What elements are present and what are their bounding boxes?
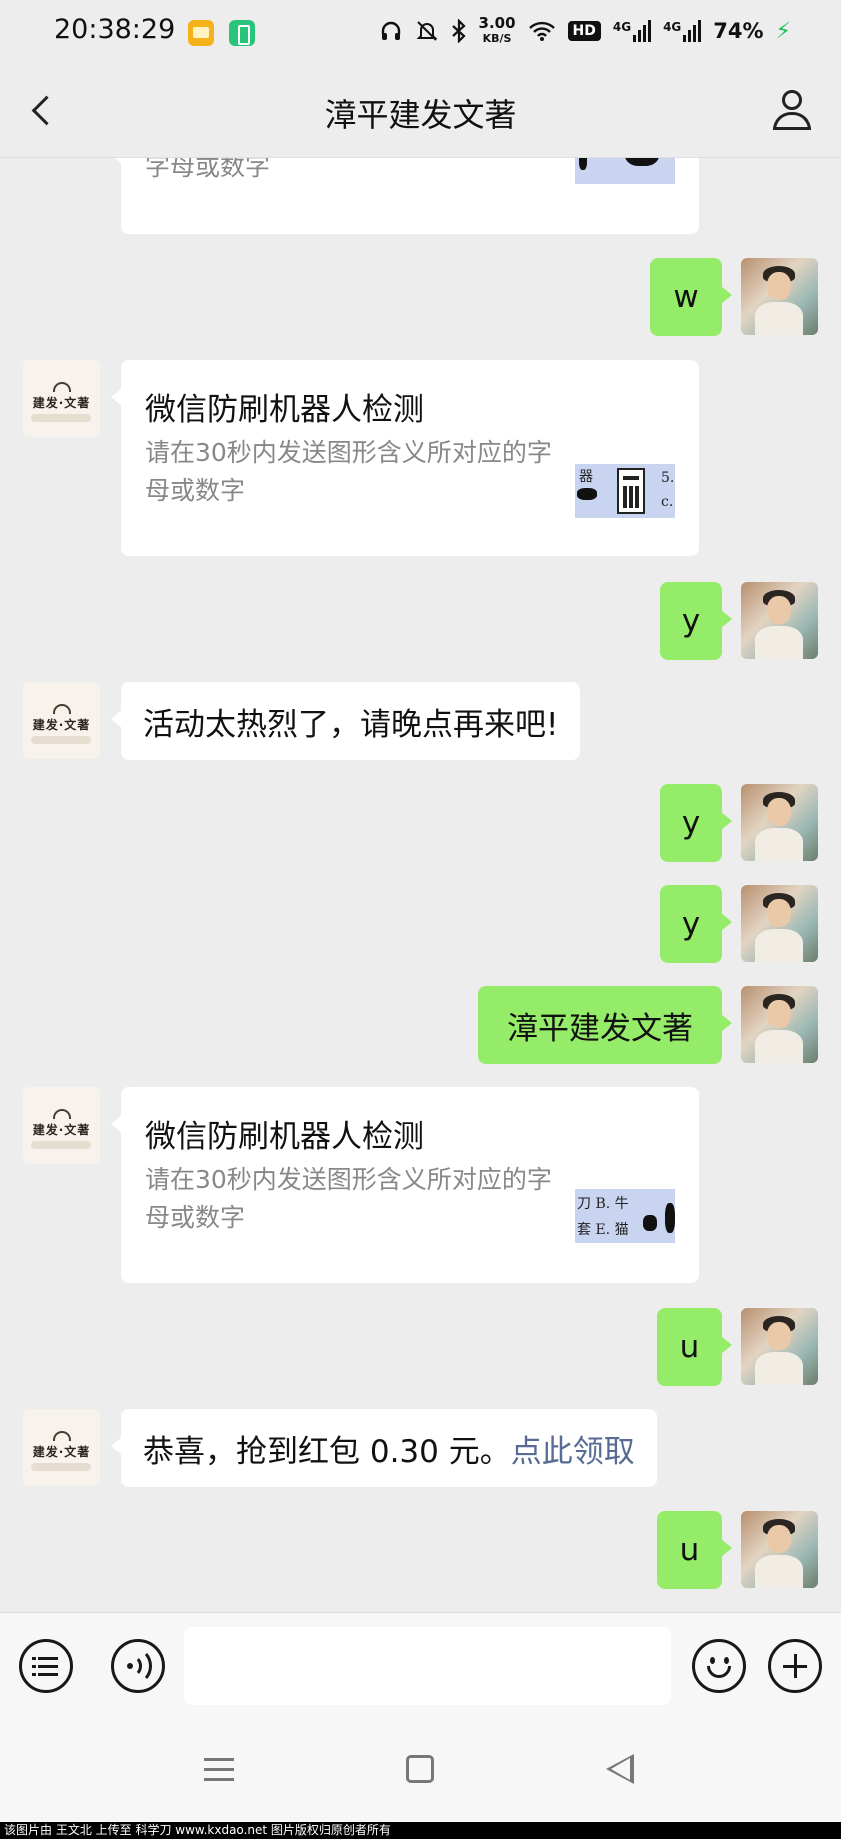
- mute-bell-icon: [416, 21, 437, 41]
- sent-message[interactable]: u: [657, 1308, 732, 1386]
- received-message[interactable]: 活动太热烈了，请晚点再来吧!: [110, 682, 581, 760]
- my-avatar[interactable]: [741, 784, 818, 861]
- sent-message[interactable]: w: [650, 258, 732, 336]
- message-text: w: [673, 279, 699, 315]
- captcha-card-message[interactable]: 微信防刷机器人检测 请在30秒内发送图形含义所对应的字母或数字 刀 B. 牛 套…: [111, 1087, 699, 1283]
- card-description: 请在30秒内发送图形含义所对应的字母或数字: [145, 438, 552, 505]
- net-speed: 3.00 KB/S: [479, 16, 516, 46]
- sent-message[interactable]: y: [660, 582, 732, 660]
- sent-message[interactable]: y: [660, 885, 732, 963]
- captcha-glyph: 套 E. 猫: [577, 1222, 629, 1238]
- menu-list-button[interactable]: [19, 1639, 73, 1693]
- message-text: y: [681, 805, 701, 841]
- captcha-glyph: c.: [661, 494, 674, 510]
- chat-title: 漳平建发文著: [324, 96, 517, 134]
- headphones-icon: [381, 21, 400, 40]
- message-text: 漳平建发文著: [507, 1010, 693, 1047]
- message-input[interactable]: [184, 1627, 671, 1705]
- card-title: 微信防刷机器人检测: [145, 1119, 424, 1155]
- sent-message[interactable]: 漳平建发文著: [478, 986, 732, 1064]
- bot-avatar[interactable]: 建发·文著: [23, 360, 100, 437]
- captcha-card-message[interactable]: 字母或数字: [111, 158, 699, 234]
- received-message[interactable]: 恭喜，抢到红包 0.30 元。 点此领取: [111, 1409, 657, 1487]
- captcha-glyph: 刀 B. 牛: [577, 1196, 629, 1212]
- mail-notification-icon: [188, 20, 214, 46]
- home-nav-icon[interactable]: [406, 1755, 434, 1783]
- message-text: y: [681, 906, 701, 942]
- emoji-button[interactable]: [692, 1639, 746, 1693]
- signal-4g-1-label: 4G: [612, 20, 632, 34]
- signal-4g-1: 4G: [612, 20, 652, 42]
- wifi-icon: [528, 21, 555, 41]
- charging-icon: ⚡: [775, 18, 791, 44]
- net-speed-unit: KB/S: [482, 32, 512, 45]
- message-text: y: [681, 603, 701, 639]
- captcha-glyph: 5.: [661, 470, 675, 486]
- back-nav-icon[interactable]: [606, 1754, 634, 1784]
- input-bar: [0, 1612, 841, 1722]
- message-text: 活动太热烈了，请晚点再来吧!: [143, 706, 559, 743]
- my-avatar[interactable]: [741, 986, 818, 1063]
- message-text: u: [679, 1532, 700, 1568]
- my-avatar[interactable]: [741, 885, 818, 962]
- bot-avatar-text: 建发·文著: [32, 718, 91, 732]
- status-bar: 20:38:29 3.00 KB/S HD 4G 4G 74% ⚡: [0, 0, 841, 64]
- message-text: u: [679, 1329, 700, 1365]
- my-avatar[interactable]: [741, 1308, 818, 1385]
- message-list[interactable]: 字母或数字 w 建发·文著 微信防刷机器人检测 请在30秒内发送图形含义所对应的…: [0, 158, 841, 1612]
- sent-message[interactable]: y: [660, 784, 732, 862]
- status-icons: 3.00 KB/S HD 4G 4G 74% ⚡: [379, 16, 791, 46]
- my-avatar[interactable]: [741, 1511, 818, 1588]
- bot-avatar-text: 建发·文著: [32, 1445, 91, 1459]
- status-time: 20:38:29: [54, 14, 176, 45]
- captcha-thumbnail: 刀 B. 牛 套 E. 猫: [575, 1189, 675, 1243]
- battery-app-icon: [229, 20, 255, 46]
- bot-avatar-text: 建发·文著: [32, 396, 91, 410]
- message-text: 恭喜，抢到红包 0.30 元。: [143, 1433, 511, 1470]
- net-speed-value: 3.00: [478, 14, 516, 32]
- card-description: 请在30秒内发送图形含义所对应的字母或数字: [145, 1165, 552, 1232]
- my-avatar[interactable]: [741, 258, 818, 335]
- battery-level: 74%: [713, 19, 764, 43]
- sent-message[interactable]: u: [657, 1511, 732, 1589]
- menu-nav-icon[interactable]: [204, 1758, 234, 1782]
- bot-avatar[interactable]: 建发·文著: [23, 1087, 100, 1164]
- claim-red-packet-link[interactable]: 点此领取: [511, 1426, 635, 1471]
- chat-info-button[interactable]: [771, 90, 813, 132]
- chat-header: 漳平建发文著: [0, 64, 841, 158]
- my-avatar[interactable]: [741, 582, 818, 659]
- captcha-thumbnail: 器 5. c.: [575, 464, 675, 518]
- hd-badge: HD: [567, 21, 601, 41]
- voice-button[interactable]: [111, 1639, 165, 1693]
- system-navigation-bar: [0, 1722, 841, 1822]
- captcha-thumbnail: [575, 158, 675, 184]
- signal-4g-2-label: 4G: [663, 20, 682, 34]
- captcha-glyph: 器: [579, 469, 593, 485]
- captcha-card-message[interactable]: 微信防刷机器人检测 请在30秒内发送图形含义所对应的字母或数字 器 5. c.: [111, 360, 699, 556]
- bot-avatar[interactable]: 建发·文著: [23, 1409, 100, 1486]
- card-title: 微信防刷机器人检测: [145, 392, 424, 428]
- bluetooth-icon: [451, 19, 466, 43]
- watermark: 该图片由 王文北 上传至 科学刀 www.kxdao.net 图片版权归原创者所…: [0, 1822, 841, 1839]
- signal-4g-2: 4G: [663, 20, 702, 42]
- bot-avatar[interactable]: 建发·文著: [23, 682, 100, 759]
- bot-avatar-text: 建发·文著: [32, 1123, 91, 1137]
- card-description: 字母或数字: [145, 158, 271, 181]
- more-actions-button[interactable]: [768, 1639, 822, 1693]
